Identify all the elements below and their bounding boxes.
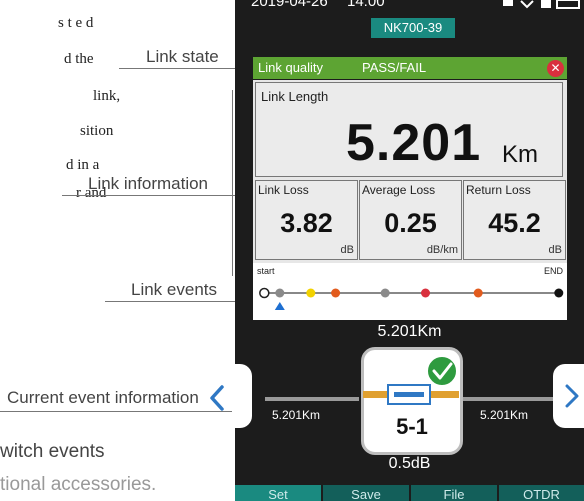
link-length-label: Link Length — [261, 89, 329, 104]
callout-current-event-information: Current event information — [7, 388, 199, 407]
status-time: 14:00 — [347, 0, 385, 10]
fiber-line — [459, 397, 555, 401]
callout-link-events: Link events — [131, 280, 217, 299]
event-dot — [331, 288, 341, 298]
link-loss-box: Link Loss 3.82 dB — [255, 180, 358, 260]
return-loss-box: Return Loss 45.2 dB — [463, 180, 566, 260]
average-loss-value: 0.25 — [384, 208, 437, 238]
menu-save[interactable]: Save — [323, 485, 409, 501]
wifi-icon — [520, 0, 534, 9]
chevron-left-icon — [210, 385, 224, 411]
link-information-panel: Link Length 5.201 Km Link Loss 3.82 dB A… — [253, 80, 567, 263]
current-event-loss: 0.5dB — [388, 455, 431, 472]
average-loss-box: Average Loss 0.25 dB/km — [359, 180, 462, 260]
callout-bracket — [232, 90, 233, 276]
selected-event-marker — [274, 302, 285, 310]
event-dot — [259, 287, 270, 299]
event-dot — [380, 288, 390, 298]
pass-check-icon — [426, 355, 458, 387]
link-length-unit: Km — [502, 141, 538, 168]
battery-icon — [556, 0, 580, 9]
callout-rule — [62, 195, 252, 196]
status-icons — [503, 0, 580, 9]
average-loss-label: Average Loss — [362, 183, 436, 197]
link-quality-bar: Link quality PASS/FAIL ✕ — [253, 57, 567, 79]
event-dot — [306, 288, 316, 298]
status-date: 2019-04-26 — [251, 0, 328, 10]
event-dot — [554, 288, 564, 298]
menu-file[interactable]: File — [411, 485, 497, 501]
chevron-right-icon — [565, 384, 579, 408]
right-segment-distance: 5.201Km — [480, 408, 529, 422]
link-loss-label: Link Loss — [258, 183, 309, 197]
callout-rule — [119, 68, 237, 69]
device-screen: 2019-04-26 14:00 NK700-39 Link quality P… — [235, 0, 584, 501]
event-dot — [275, 288, 285, 298]
manual-bottom-text: tional accessories. — [0, 474, 157, 495]
prev-event-button[interactable] — [235, 364, 252, 428]
average-loss-unit: dB/km — [426, 244, 458, 256]
current-event-card[interactable]: 5-1 — [361, 347, 463, 455]
link-loss-value: 3.82 — [280, 208, 333, 238]
callout-rule — [105, 301, 254, 302]
return-loss-value: 45.2 — [488, 208, 541, 238]
return-loss-label: Return Loss — [466, 183, 531, 197]
link-loss-unit: dB — [340, 244, 354, 256]
link-length-box: Link Length 5.201 Km — [255, 82, 563, 177]
event-dot — [421, 288, 430, 298]
menu-otdr[interactable]: OTDR — [499, 485, 584, 501]
callout-link-information: Link information — [88, 174, 209, 193]
fiber-line — [265, 397, 359, 401]
plug-icon — [503, 0, 513, 6]
current-event-distance: 5.201Km — [377, 323, 442, 340]
left-segment-distance: 5.201Km — [272, 408, 321, 422]
model-tab[interactable]: NK700-39 — [371, 18, 455, 38]
menu-set[interactable]: Set — [235, 485, 321, 501]
current-event-id: 5-1 — [396, 414, 428, 439]
event-dot — [473, 288, 483, 298]
manual-bottom-text: witch events — [0, 441, 105, 462]
link-length-value: 5.201 — [346, 114, 482, 172]
next-event-button[interactable] — [553, 364, 584, 428]
link-events-strip[interactable]: start END — [253, 263, 567, 320]
link-quality-value: PASS/FAIL — [362, 60, 427, 75]
link-quality-label: Link quality — [258, 60, 324, 75]
return-loss-unit: dB — [548, 244, 562, 256]
callout-rule — [0, 411, 232, 412]
events-line[interactable] — [253, 263, 567, 320]
lock-icon — [541, 0, 551, 8]
callout-link-state: Link state — [146, 47, 219, 66]
close-icon[interactable]: ✕ — [547, 60, 564, 77]
